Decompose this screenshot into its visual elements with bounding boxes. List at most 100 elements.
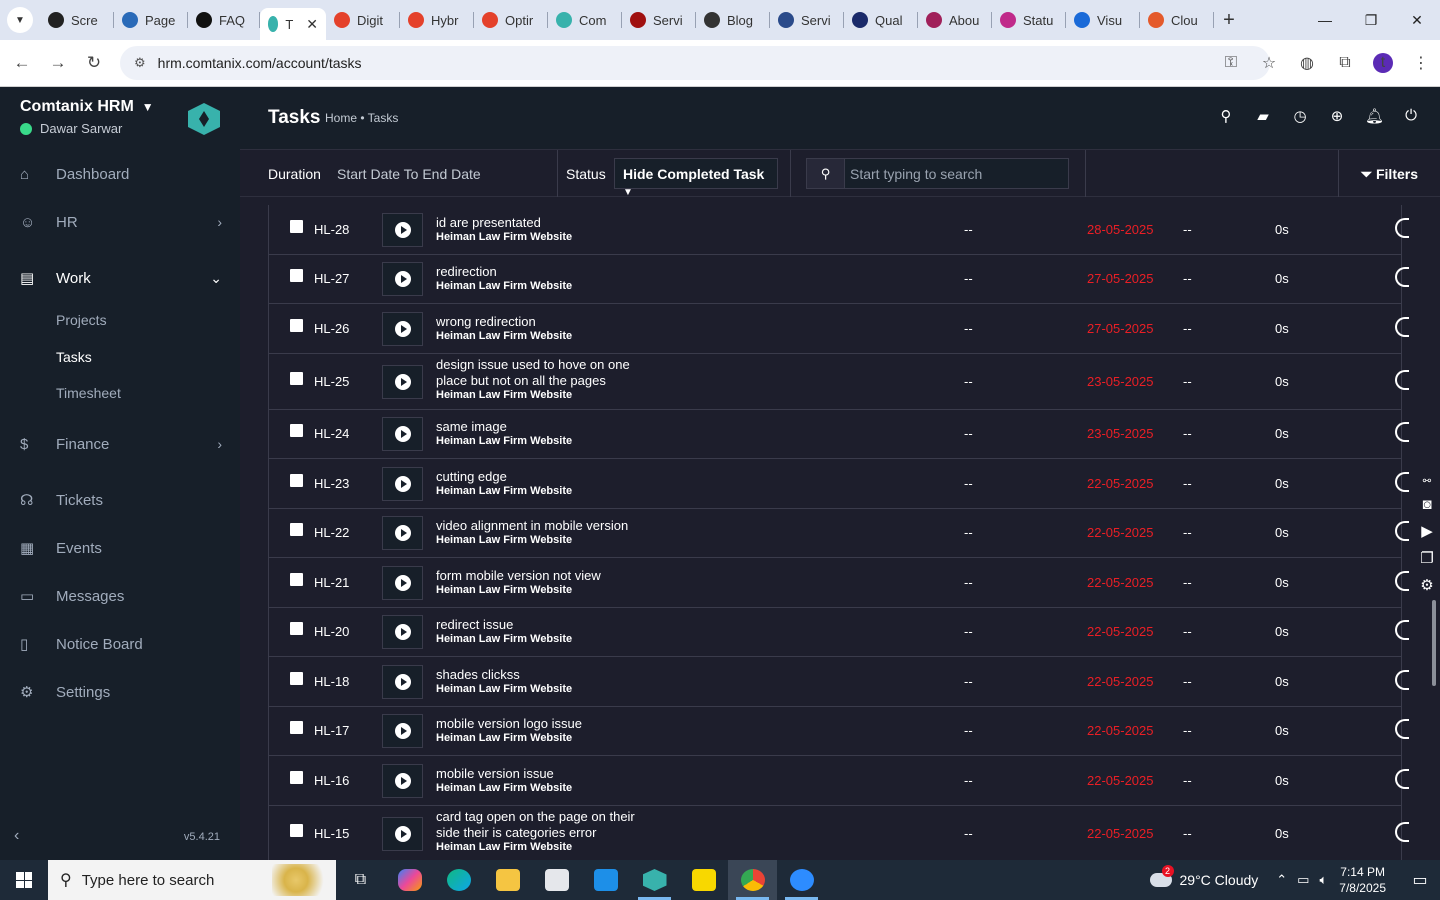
sidebar-item-settings[interactable]: ⚙ Settings <box>0 672 240 712</box>
task-project[interactable]: Heiman Law Firm Website <box>436 584 656 597</box>
task-project[interactable]: Heiman Law Firm Website <box>436 633 656 646</box>
taskbar-search[interactable]: ⚲ Type here to search <box>48 860 336 900</box>
taskbar-app-store[interactable] <box>532 860 581 900</box>
sidebar-item-dashboard[interactable]: ⌂ Dashboard <box>0 154 240 194</box>
taskbar-app-comtanix[interactable] <box>630 860 679 900</box>
task-name[interactable]: redirect issue Heiman Law Firm Website <box>436 617 656 646</box>
browser-tab[interactable]: Page <box>114 4 188 36</box>
start-timer-button[interactable] <box>382 763 423 798</box>
task-id[interactable]: HL-27 <box>314 271 349 286</box>
assignee-avatar[interactable] <box>1395 316 1409 337</box>
browser-tab[interactable]: Statu <box>992 4 1066 36</box>
row-checkbox[interactable] <box>290 572 303 586</box>
browser-tab[interactable]: Qual <box>844 4 918 36</box>
row-checkbox[interactable] <box>290 770 303 784</box>
start-timer-button[interactable] <box>382 466 423 501</box>
page-scrollbar[interactable] <box>1432 600 1436 686</box>
task-id[interactable]: HL-21 <box>314 575 349 590</box>
task-project[interactable]: Heiman Law Firm Website <box>436 280 656 293</box>
assignee-avatar[interactable] <box>1395 369 1409 390</box>
close-window-button[interactable]: ✕ <box>1394 0 1440 40</box>
table-row[interactable]: HL-27 redirection Heiman Law Firm Website -… <box>269 255 1409 304</box>
video-icon[interactable]: ▶ <box>1421 522 1433 540</box>
start-timer-button[interactable] <box>382 417 423 452</box>
task-id[interactable]: HL-25 <box>314 374 349 389</box>
volume-icon[interactable]: 🔈︎ <box>1319 872 1327 888</box>
task-id[interactable]: HL-20 <box>314 624 349 639</box>
sidebar-item-messages[interactable]: ▭ Messages <box>0 576 240 616</box>
forward-button[interactable]: → <box>40 53 76 73</box>
assignee-avatar[interactable] <box>1395 422 1409 443</box>
browser-tab[interactable]: Servi <box>770 4 844 36</box>
task-id[interactable]: HL-17 <box>314 723 349 738</box>
assignee-avatar[interactable] <box>1395 669 1409 690</box>
taskbar-app-sticky-notes[interactable] <box>679 860 728 900</box>
weather-widget[interactable]: 2 29°C Cloudy <box>1149 865 1258 888</box>
table-row[interactable]: HL-17 mobile version logo issue Heiman Law… <box>269 707 1409 756</box>
notification-center-icon[interactable]: ▭ <box>1400 870 1440 890</box>
task-id[interactable]: HL-18 <box>314 674 349 689</box>
task-id[interactable]: HL-15 <box>314 826 349 841</box>
taskbar-app-edge[interactable] <box>434 860 483 900</box>
assignee-avatar[interactable] <box>1395 768 1409 789</box>
taskbar-app-mail[interactable] <box>581 860 630 900</box>
assignee-avatar[interactable] <box>1395 267 1409 288</box>
search-input[interactable] <box>845 159 1068 188</box>
assignee-avatar[interactable] <box>1395 620 1409 641</box>
collapse-sidebar-button[interactable]: ‹ <box>14 827 19 845</box>
link-icon[interactable]: ⚯ <box>1423 476 1431 487</box>
assignee-avatar[interactable] <box>1395 719 1409 740</box>
browser-tab[interactable]: Hybr <box>400 4 474 36</box>
start-timer-button[interactable] <box>382 816 423 851</box>
table-row[interactable]: HL-26 wrong redirection Heiman Law Firm We… <box>269 304 1409 354</box>
row-checkbox[interactable] <box>290 721 303 735</box>
row-checkbox[interactable] <box>290 371 303 385</box>
task-project[interactable]: Heiman Law Firm Website <box>436 231 656 244</box>
site-info-icon[interactable]: ⚙ <box>134 55 146 71</box>
row-checkbox[interactable] <box>290 523 303 537</box>
reload-button[interactable]: ↻ <box>76 53 112 73</box>
breadcrumb[interactable]: Home • Tasks <box>325 111 398 125</box>
task-name[interactable]: form mobile version not view Heiman Law F… <box>436 568 656 597</box>
row-checkbox[interactable] <box>290 473 303 487</box>
taskbar-app-copilot[interactable] <box>385 860 434 900</box>
browser-tab[interactable]: Servi <box>622 4 696 36</box>
task-name[interactable]: design issue used to hove on one place b… <box>436 357 656 402</box>
start-timer-button[interactable] <box>382 615 423 650</box>
task-name[interactable]: cutting edge Heiman Law Firm Website <box>436 469 656 498</box>
task-id[interactable]: HL-16 <box>314 773 349 788</box>
task-id[interactable]: HL-24 <box>314 426 349 441</box>
browser-tab[interactable]: Visu <box>1066 4 1140 36</box>
task-name[interactable]: wrong redirection Heiman Law Firm Website <box>436 314 656 343</box>
task-project[interactable]: Heiman Law Firm Website <box>436 485 656 498</box>
task-id[interactable]: HL-22 <box>314 525 349 540</box>
start-timer-button[interactable] <box>382 565 423 600</box>
status-select[interactable]: Hide Completed Task ▼ <box>614 158 778 198</box>
table-row[interactable]: HL-21 form mobile version not view Heiman … <box>269 558 1409 608</box>
assignee-avatar[interactable] <box>1395 570 1409 591</box>
sticky-note-icon[interactable]: ▰ <box>1254 107 1272 125</box>
browser-tab[interactable]: Clou <box>1140 4 1214 36</box>
task-project[interactable]: Heiman Law Firm Website <box>436 389 656 402</box>
browser-tab[interactable]: T ✕ <box>260 8 326 40</box>
new-tab-button[interactable]: + <box>1214 9 1244 32</box>
tab-search-button[interactable]: ▼ <box>0 0 40 40</box>
bookmark-star-icon[interactable]: ☆ <box>1250 53 1288 73</box>
start-timer-button[interactable] <box>382 714 423 749</box>
browser-menu-icon[interactable]: ⋮ <box>1402 53 1440 73</box>
sidebar-subitem-tasks[interactable]: Tasks <box>56 349 92 365</box>
row-checkbox[interactable] <box>290 671 303 685</box>
task-name[interactable]: mobile version issue Heiman Law Firm Webs… <box>436 766 656 795</box>
browser-tab[interactable]: Com <box>548 4 622 36</box>
row-checkbox[interactable] <box>290 823 303 837</box>
table-row[interactable]: HL-28 id are presentated Heiman Law Firm W… <box>269 205 1409 255</box>
task-name[interactable]: id are presentated Heiman Law Firm Websit… <box>436 215 656 244</box>
table-row[interactable]: HL-22 video alignment in mobile version He… <box>269 509 1409 558</box>
profile-avatar[interactable]: t <box>1373 53 1393 73</box>
task-name[interactable]: redirection Heiman Law Firm Website <box>436 264 656 293</box>
camera-icon[interactable]: ◙ <box>1422 496 1431 513</box>
assignee-avatar[interactable] <box>1395 821 1409 842</box>
task-id[interactable]: HL-26 <box>314 321 349 336</box>
task-project[interactable]: Heiman Law Firm Website <box>436 683 656 696</box>
start-button[interactable] <box>0 860 48 900</box>
